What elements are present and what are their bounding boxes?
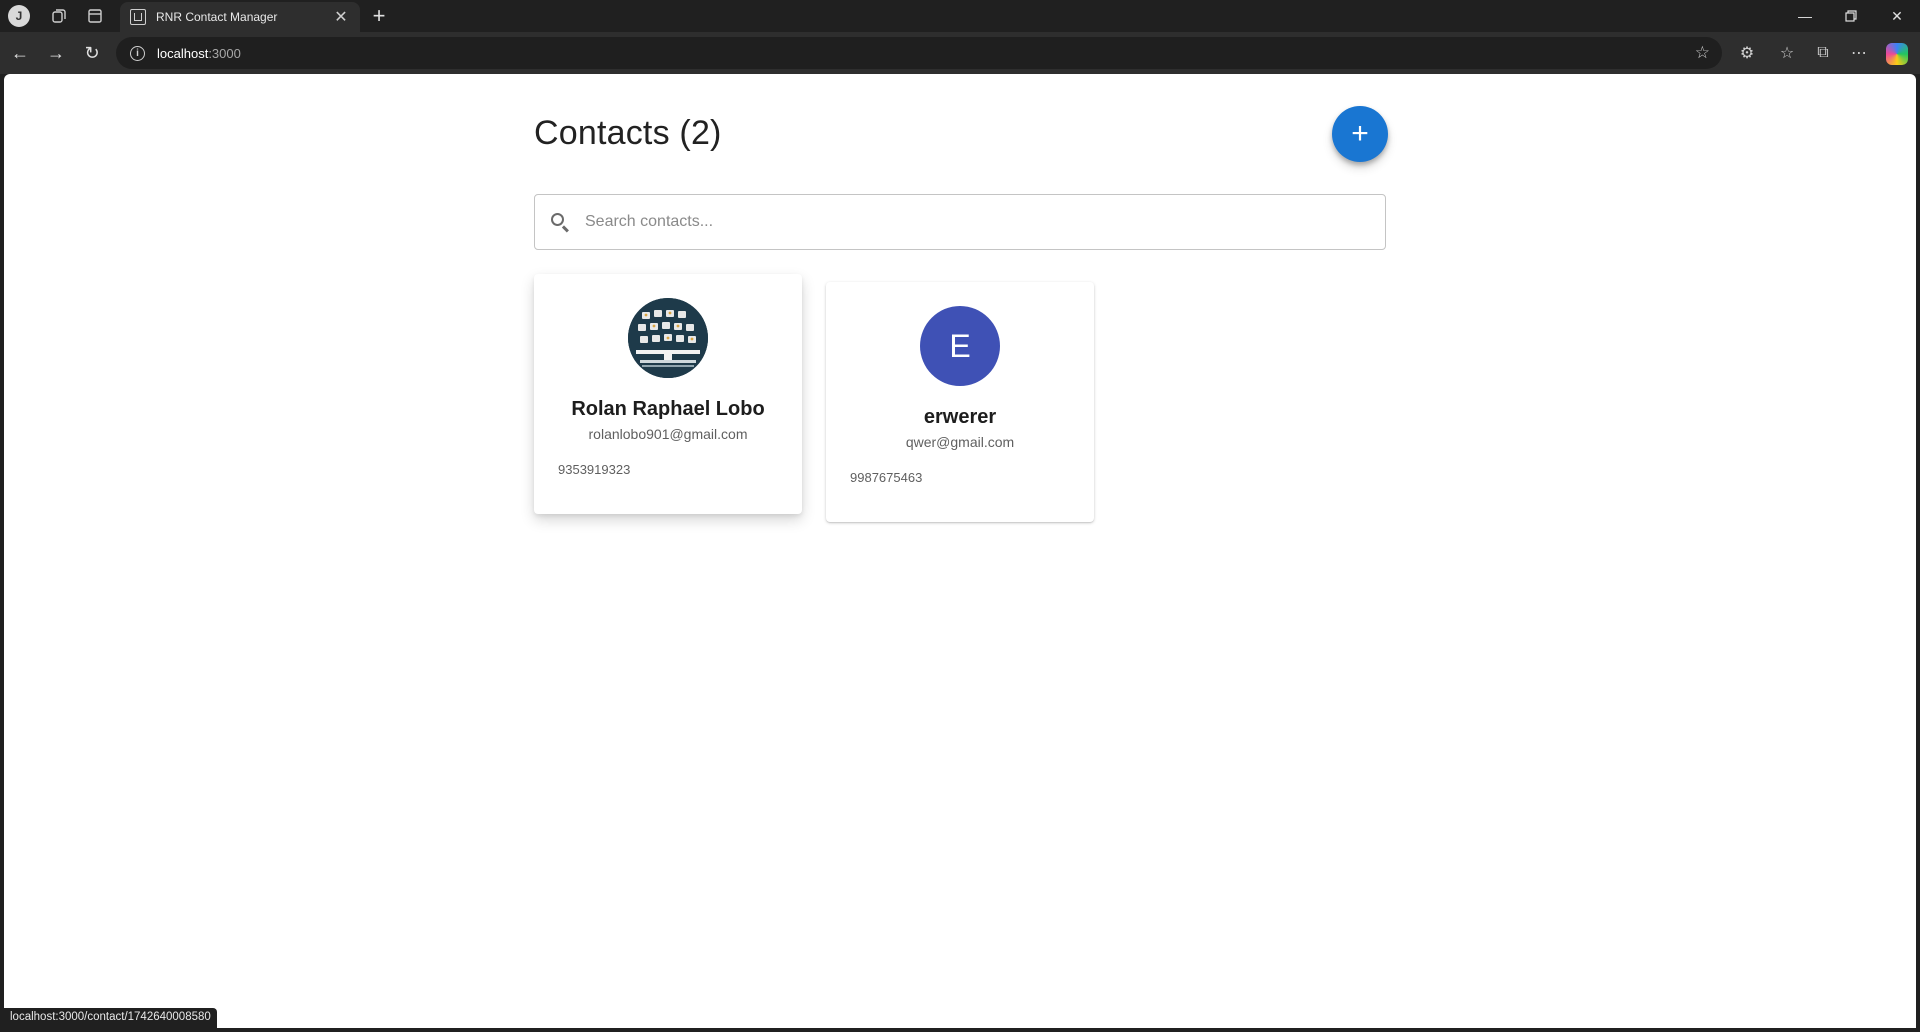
favorite-star-icon[interactable]: ☆: [1695, 43, 1710, 63]
copilot-icon[interactable]: [1886, 43, 1908, 65]
more-menu-icon[interactable]: ⋯: [1848, 42, 1870, 64]
page-title: Contacts (2): [534, 114, 722, 152]
collections-icon[interactable]: ⧉: [1812, 42, 1834, 64]
refresh-icon[interactable]: ↻: [80, 41, 104, 65]
forward-icon[interactable]: →: [44, 41, 68, 65]
tab-title: RNR Contact Manager: [156, 10, 278, 24]
tab-close-icon[interactable]: ✕: [332, 7, 350, 27]
contact-avatar-initial: E: [920, 306, 1000, 386]
close-window-icon[interactable]: ✕: [1882, 4, 1912, 28]
search-field[interactable]: [534, 194, 1386, 250]
browser-toolbar: ← → ↻ i localhost:3000 ☆ ⚙ ☆ ⧉ ⋯: [0, 32, 1920, 74]
minimize-icon[interactable]: —: [1790, 4, 1820, 28]
url-text[interactable]: localhost:3000: [157, 46, 241, 61]
restore-icon[interactable]: [1836, 4, 1866, 28]
contact-phone: 9353919323: [558, 462, 631, 477]
contact-card[interactable]: Rolan Raphael Lobo rolanlobo901@gmail.co…: [534, 274, 802, 514]
search-input[interactable]: [585, 213, 1371, 231]
contact-avatar-image: [628, 298, 708, 378]
profile-avatar[interactable]: J: [8, 5, 30, 27]
workspaces-icon[interactable]: [48, 5, 70, 27]
back-icon[interactable]: ←: [8, 41, 32, 65]
tab-actions-icon[interactable]: [84, 5, 106, 27]
new-tab-icon[interactable]: +: [368, 5, 390, 27]
contact-name: Rolan Raphael Lobo: [571, 398, 765, 420]
site-info-icon[interactable]: i: [130, 45, 145, 61]
favorites-icon[interactable]: ☆: [1776, 42, 1798, 64]
link-status-bar: localhost:3000/contact/1742640008580: [4, 1008, 217, 1028]
browser-titlebar: J RNR Contact Manager ✕ + — ✕: [0, 0, 1920, 32]
address-bar[interactable]: i localhost:3000 ☆: [116, 37, 1722, 69]
extensions-icon[interactable]: ⚙: [1736, 42, 1758, 64]
add-contact-button[interactable]: +: [1332, 106, 1388, 162]
contact-phone: 9987675463: [850, 470, 923, 485]
contact-email: rolanlobo901@gmail.com: [588, 426, 748, 442]
contact-email: qwer@gmail.com: [905, 434, 1015, 450]
contact-card[interactable]: E erwerer qwer@gmail.com 9987675463: [826, 282, 1094, 522]
page-viewport: Contacts (2) + Search contacts... Rolan …: [4, 74, 1916, 1028]
search-icon: [549, 211, 571, 233]
tab-favicon-icon: [130, 9, 146, 25]
active-tab[interactable]: RNR Contact Manager ✕: [120, 2, 360, 32]
contact-name: erwerer: [923, 406, 997, 428]
